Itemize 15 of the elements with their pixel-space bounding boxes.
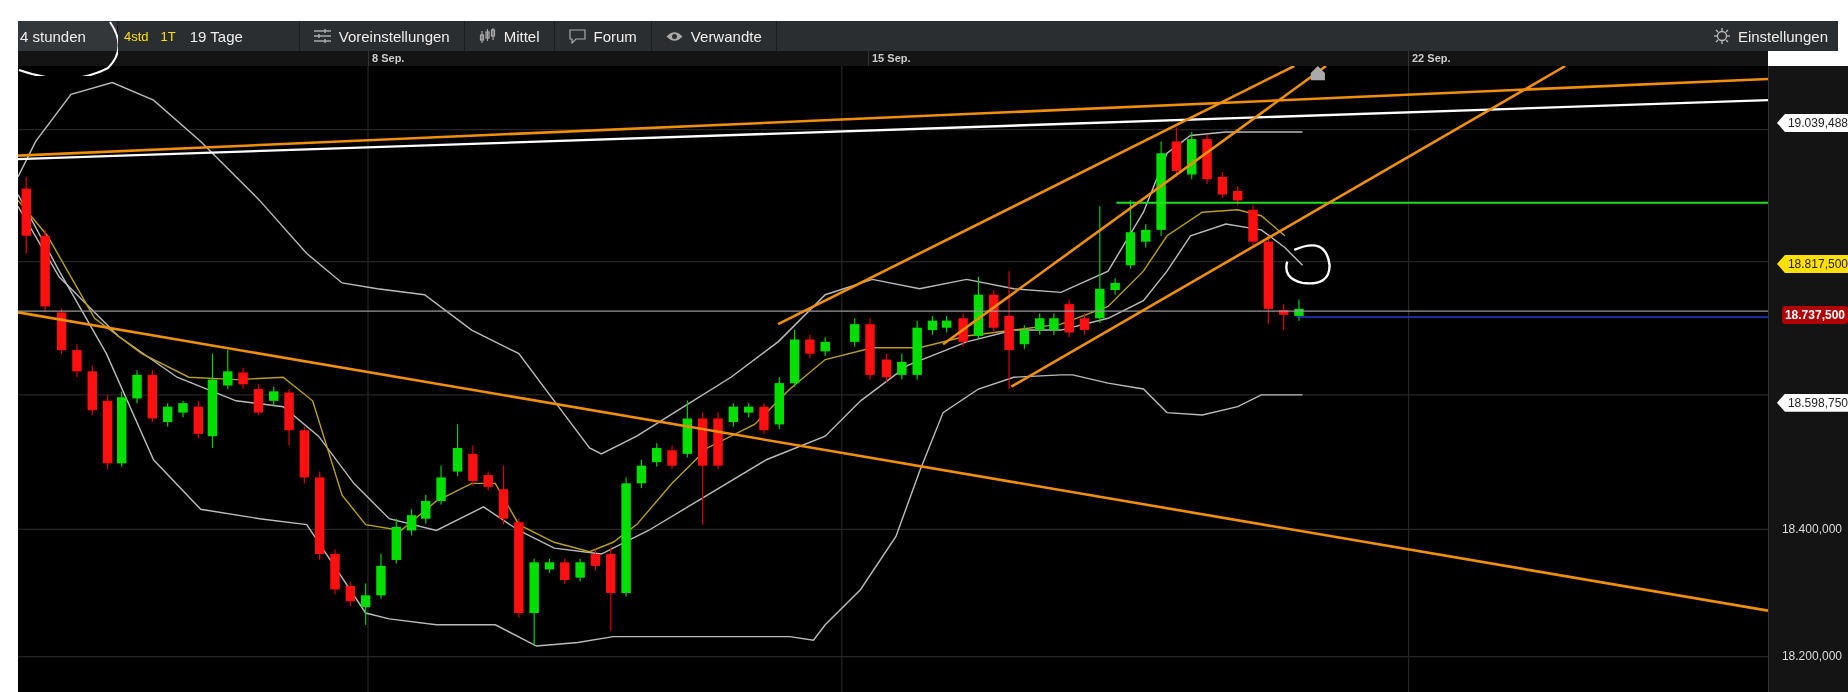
price-label: 18.598,750 [1776, 393, 1848, 412]
price-label: 18.737,500 [1781, 305, 1848, 324]
range-link[interactable]: 1T [154, 21, 182, 51]
price-label: 18.200,000 [1781, 648, 1843, 665]
range-link[interactable]: 4std [118, 21, 155, 51]
price-label: 18.400,000 [1781, 521, 1843, 538]
interval-dropdown[interactable]: 4 stunden [18, 21, 118, 51]
settings-icon [1713, 28, 1730, 44]
settings-button[interactable]: Einstellungen [1705, 21, 1838, 51]
eye-icon [665, 30, 683, 42]
candlestick-icon [478, 28, 496, 44]
speech-bubble-icon [568, 28, 586, 44]
price-label: 18.817,500 [1776, 254, 1848, 273]
price-label: 19.039,488 [1776, 113, 1848, 132]
sliders-icon [313, 29, 331, 43]
